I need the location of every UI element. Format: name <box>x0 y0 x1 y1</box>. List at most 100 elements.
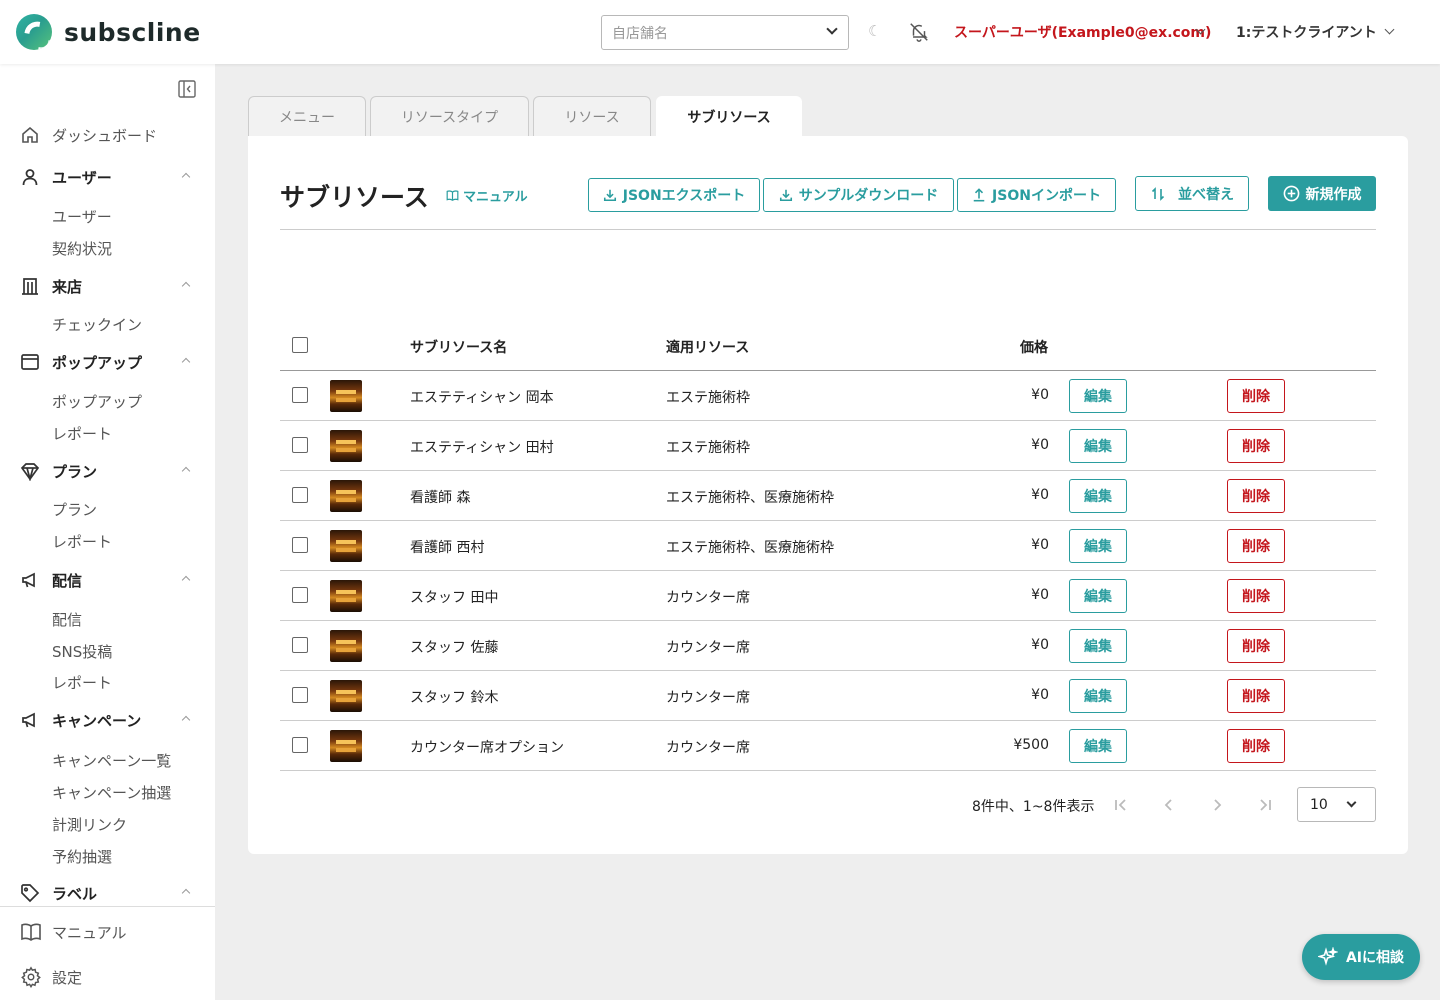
sidebar-section-label: ラベル <box>52 885 98 903</box>
column-header-price[interactable]: 価格 <box>1020 337 1048 357</box>
prev-page-icon[interactable] <box>1159 795 1179 815</box>
client-menu[interactable]: 1:テストクライアント <box>1236 22 1377 42</box>
sidebar-item-campaign-list[interactable]: キャンペーン一覧 <box>52 750 171 771</box>
delete-button[interactable]: 削除 <box>1227 479 1285 513</box>
cell-price: ¥0 <box>1031 437 1049 453</box>
edit-button[interactable]: 編集 <box>1069 529 1127 563</box>
tab-subresource[interactable]: サブリソース <box>656 96 802 137</box>
sidebar-section-delivery[interactable]: 配信 <box>0 565 215 595</box>
sidebar-item-delivery-report[interactable]: レポート <box>52 672 112 693</box>
per-page-value: 10 <box>1310 796 1328 813</box>
bell-off-icon[interactable] <box>908 21 930 47</box>
sidebar-section-visits[interactable]: 来店 <box>0 271 215 301</box>
sidebar-item-manual[interactable]: マニュアル <box>0 917 215 947</box>
header-divider <box>280 229 1376 230</box>
tab-menu[interactable]: メニュー <box>248 96 366 136</box>
brand-logo[interactable]: subscline <box>16 14 201 50</box>
manual-link[interactable]: マニュアル <box>446 186 528 205</box>
home-icon <box>20 125 40 149</box>
megaphone-icon <box>20 570 40 594</box>
json-import-button[interactable]: JSONインポート <box>957 178 1116 212</box>
delete-button[interactable]: 削除 <box>1227 529 1285 563</box>
sidebar-item-delivery[interactable]: 配信 <box>52 609 82 630</box>
sidebar-item-plan-report[interactable]: レポート <box>52 531 112 552</box>
sort-button[interactable]: 並べ替え <box>1135 176 1249 211</box>
select-all-checkbox[interactable] <box>292 337 308 353</box>
cell-price: ¥0 <box>1031 637 1049 653</box>
cell-price: ¥500 <box>1013 737 1049 753</box>
edit-button[interactable]: 編集 <box>1069 429 1127 463</box>
create-new-button[interactable]: 新規作成 <box>1268 176 1376 211</box>
table-row: スタッフ 鈴木 カウンター席 ¥0 編集 削除 <box>280 671 1376 721</box>
moon-icon[interactable]: ☾ <box>868 22 881 40</box>
book-icon <box>20 921 42 947</box>
chevron-down-icon[interactable] <box>1384 24 1395 35</box>
edit-button[interactable]: 編集 <box>1069 729 1127 763</box>
cell-price: ¥0 <box>1031 687 1049 703</box>
user-menu[interactable]: スーパーユーザ(Example0@ex.com) <box>954 22 1211 42</box>
chevron-up-icon <box>181 575 191 585</box>
column-header-resource[interactable]: 適用リソース <box>666 337 749 357</box>
last-page-icon[interactable] <box>1255 795 1275 815</box>
content-card: サブリソース マニュアル JSONエクスポート サンプルダウンロード JSONイ… <box>248 136 1408 854</box>
sidebar-item-label: ダッシュボード <box>52 127 158 145</box>
json-export-button[interactable]: JSONエクスポート <box>588 178 760 212</box>
sidebar-item-campaign-lottery[interactable]: キャンペーン抽選 <box>52 782 171 803</box>
sidebar-section-labels[interactable]: ラベル <box>0 878 215 908</box>
chevron-up-icon <box>181 715 191 725</box>
tab-resource[interactable]: リソース <box>533 96 651 136</box>
cell-price: ¥0 <box>1031 587 1049 603</box>
sidebar-section-popups[interactable]: ポップアップ <box>0 347 215 377</box>
sidebar-item-popup-report[interactable]: レポート <box>52 423 112 444</box>
store-select-placeholder: 自店舗名 <box>612 25 668 42</box>
tab-resource-type[interactable]: リソースタイプ <box>370 96 529 136</box>
sidebar-item-contracts[interactable]: 契約状況 <box>52 238 112 259</box>
sidebar-collapse-icon[interactable] <box>178 80 196 102</box>
edit-button[interactable]: 編集 <box>1069 579 1127 613</box>
tag-icon <box>20 883 40 907</box>
page-title: サブリソース <box>280 183 429 212</box>
sample-download-label: サンプルダウンロード <box>798 188 939 204</box>
sidebar-section-plans[interactable]: プラン <box>0 456 215 486</box>
edit-button[interactable]: 編集 <box>1069 679 1127 713</box>
sidebar-item-checkin[interactable]: チェックイン <box>52 314 142 335</box>
edit-button[interactable]: 編集 <box>1069 379 1127 413</box>
table-row: カウンター席オプション カウンター席 ¥500 編集 削除 <box>280 721 1376 771</box>
edit-button[interactable]: 編集 <box>1069 629 1127 663</box>
sidebar-item-settings[interactable]: 設定 <box>0 962 215 992</box>
sample-download-button[interactable]: サンプルダウンロード <box>763 178 954 212</box>
delete-button[interactable]: 削除 <box>1227 429 1285 463</box>
column-header-name[interactable]: サブリソース名 <box>410 337 507 357</box>
sidebar-item-sns[interactable]: SNS投稿 <box>52 641 112 662</box>
table-row: スタッフ 佐藤 カウンター席 ¥0 編集 削除 <box>280 621 1376 671</box>
logo-mark-icon <box>16 14 52 50</box>
next-page-icon[interactable] <box>1207 795 1227 815</box>
per-page-select[interactable]: 10 <box>1297 787 1376 822</box>
delete-button[interactable]: 削除 <box>1227 679 1285 713</box>
delete-button[interactable]: 削除 <box>1227 379 1285 413</box>
delete-button[interactable]: 削除 <box>1227 729 1285 763</box>
sidebar-item-users[interactable]: ユーザー <box>52 206 112 227</box>
edit-button[interactable]: 編集 <box>1069 479 1127 513</box>
delete-button[interactable]: 削除 <box>1227 579 1285 613</box>
sidebar-item-reservation-lottery[interactable]: 予約抽選 <box>52 846 112 867</box>
sidebar-item-tracking-links[interactable]: 計測リンク <box>52 814 127 835</box>
sidebar-section-users[interactable]: ユーザー <box>0 162 215 192</box>
table-header: サブリソース名 適用リソース 価格 <box>280 328 1376 371</box>
store-select[interactable]: 自店舗名 <box>601 15 849 50</box>
create-new-label: 新規作成 <box>1305 186 1362 203</box>
sidebar-item-popups[interactable]: ポップアップ <box>52 391 142 412</box>
ai-consult-button[interactable]: AIに相談 <box>1302 934 1420 980</box>
diamond-icon <box>20 461 40 485</box>
sidebar-section-label: ユーザー <box>52 169 112 187</box>
cell-price: ¥0 <box>1031 387 1049 403</box>
sort-icon <box>1151 186 1165 201</box>
delete-button[interactable]: 削除 <box>1227 629 1285 663</box>
first-page-icon[interactable] <box>1111 795 1131 815</box>
sidebar-item-dashboard[interactable]: ダッシュボード <box>0 120 215 150</box>
json-export-label: JSONエクスポート <box>622 188 746 204</box>
sidebar-item-plans[interactable]: プラン <box>52 499 97 520</box>
chevron-up-icon <box>181 466 191 476</box>
sidebar-section-campaigns[interactable]: キャンペーン <box>0 705 215 735</box>
table-row: スタッフ 田中 カウンター席 ¥0 編集 削除 <box>280 571 1376 621</box>
